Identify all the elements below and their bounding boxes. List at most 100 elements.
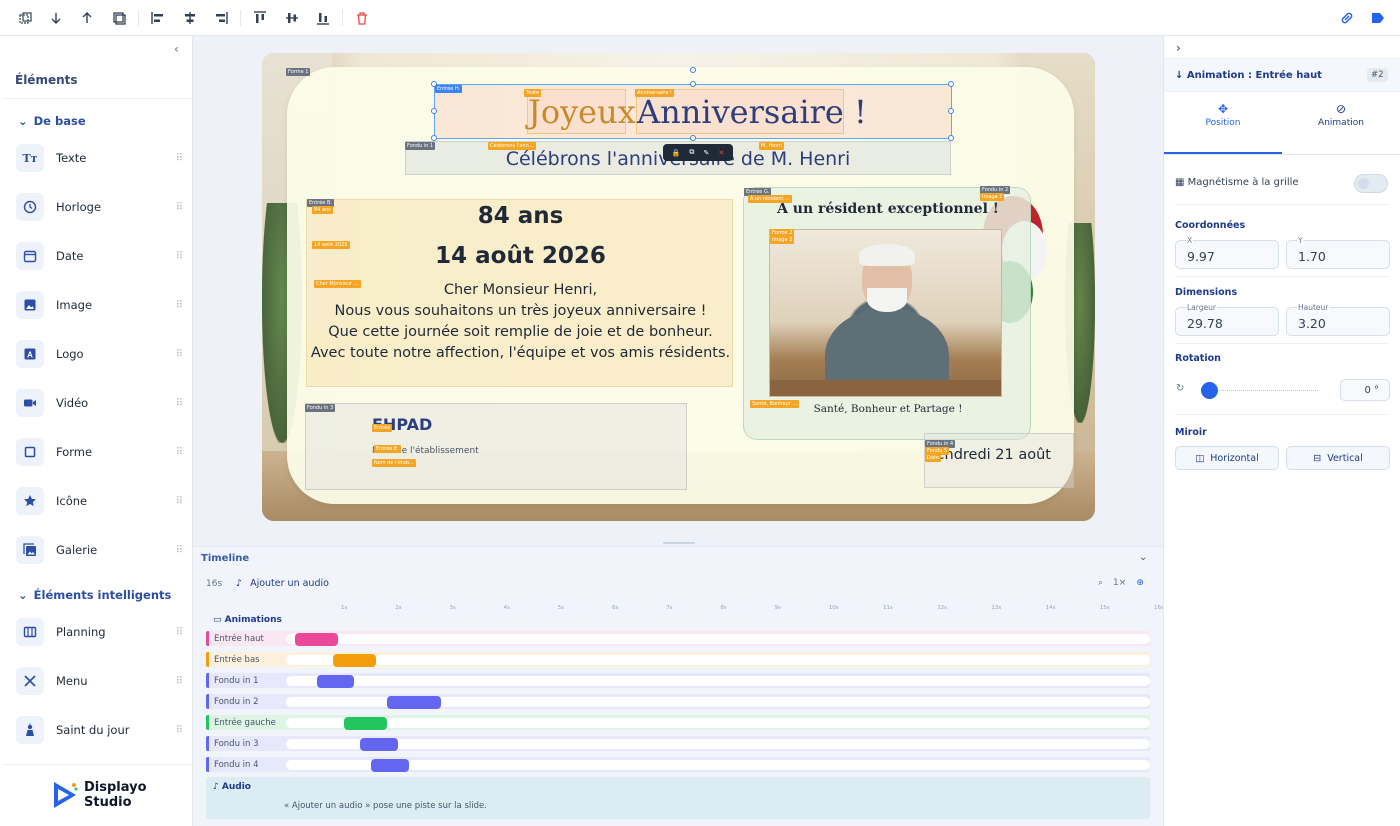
- resize-handle[interactable]: [690, 81, 696, 87]
- sidebar-item-menu[interactable]: Menu ⠿: [16, 663, 183, 699]
- establishment-block[interactable]: EHPAD Nom de l'établissement: [305, 403, 687, 490]
- timeline-resize-handle[interactable]: [663, 542, 695, 544]
- layer-tag: Entrée: [372, 424, 393, 432]
- resize-handle[interactable]: [948, 81, 954, 87]
- rotate-handle[interactable]: [690, 67, 696, 73]
- drag-handle-icon[interactable]: ⠿: [176, 202, 183, 213]
- height-field[interactable]: Hauteur 3.20: [1286, 303, 1390, 336]
- age-text[interactable]: 84 ans: [307, 203, 734, 229]
- sidebar-item-icone[interactable]: Icône ⠿: [16, 483, 183, 519]
- drag-handle-icon[interactable]: ⠿: [176, 153, 183, 164]
- resize-handle[interactable]: [948, 108, 954, 114]
- copy-icon[interactable]: ⧉: [689, 148, 694, 157]
- animation-bar[interactable]: [332, 654, 377, 667]
- sidebar-item-video[interactable]: Vidéo ⠿: [16, 385, 183, 421]
- animation-track[interactable]: Entrée gauche: [206, 715, 1150, 730]
- animation-bar[interactable]: [343, 717, 387, 730]
- copy-icon[interactable]: [109, 8, 129, 28]
- link-icon[interactable]: [1337, 8, 1357, 28]
- duplicate-icon[interactable]: [15, 8, 35, 28]
- drag-handle-icon[interactable]: ⠿: [176, 676, 183, 687]
- expand-panel-icon[interactable]: ›: [1176, 41, 1181, 55]
- title-selection[interactable]: Joyeux Anniversaire !: [431, 67, 954, 141]
- align-top-icon[interactable]: [250, 8, 270, 28]
- drag-handle-icon[interactable]: ⠿: [176, 398, 183, 409]
- tag-icon[interactable]: [1368, 8, 1388, 28]
- drag-handle-icon[interactable]: ⠿: [176, 545, 183, 556]
- arrow-down-icon[interactable]: [46, 8, 66, 28]
- drag-handle-icon[interactable]: ⠿: [176, 251, 183, 262]
- timeline-panel: Timeline ⌄ 16s ♪ Ajouter un audio ⌕ 1× ⊕ …: [193, 546, 1164, 826]
- mirror-horizontal-button[interactable]: ◫ Horizontal: [1175, 446, 1279, 470]
- rotation-slider-knob[interactable]: [1201, 382, 1218, 399]
- slide-canvas[interactable]: Forme 1 Joyeux Anniversaire ! Entrée H. …: [262, 53, 1095, 521]
- birth-date-text[interactable]: 14 août 2026: [307, 243, 734, 269]
- sidebar-item-logo[interactable]: A Logo ⠿: [16, 336, 183, 372]
- width-field[interactable]: Largeur 29.78: [1175, 303, 1279, 336]
- rotation-value[interactable]: 0 °: [1340, 379, 1390, 401]
- animation-bar[interactable]: [316, 675, 355, 688]
- align-right-icon[interactable]: [211, 8, 231, 28]
- animation-bar[interactable]: [359, 738, 398, 751]
- animation-track[interactable]: Fondu in 3: [206, 736, 1150, 751]
- drag-handle-icon[interactable]: ⠿: [176, 447, 183, 458]
- drag-handle-icon[interactable]: ⠿: [176, 725, 183, 736]
- delete-icon[interactable]: [352, 8, 372, 28]
- sidebar-item-date[interactable]: Date ⠿: [16, 238, 183, 274]
- rotate-reset-icon[interactable]: ↻: [1176, 383, 1184, 394]
- resize-handle[interactable]: [431, 108, 437, 114]
- animation-bar[interactable]: [386, 696, 442, 709]
- audio-label-text: Audio: [221, 782, 251, 792]
- collapse-timeline-icon[interactable]: ⌄: [1139, 552, 1147, 563]
- birthday-info-block[interactable]: 84 ans 14 août 2026 Cher Monsieur Henri,…: [306, 199, 733, 387]
- sidebar-item-saint-du-jour[interactable]: Saint du jour ⠿: [16, 712, 183, 748]
- resident-title[interactable]: À un résident exceptionnel !: [744, 201, 1032, 217]
- delete-icon[interactable]: ✕: [719, 149, 725, 157]
- sidebar-item-texte[interactable]: Tт Texte ⠿: [16, 140, 183, 176]
- rotation-slider-track[interactable]: [1208, 390, 1318, 391]
- animation-track[interactable]: Fondu in 4: [206, 757, 1150, 772]
- message-text[interactable]: Cher Monsieur Henri, Nous vous souhaiton…: [307, 280, 734, 364]
- animation-track[interactable]: Entrée haut: [206, 631, 1150, 646]
- animation-bar[interactable]: [370, 759, 409, 772]
- zoom-out-icon[interactable]: ⌕: [1098, 578, 1103, 588]
- align-middle-v-icon[interactable]: [282, 8, 302, 28]
- animation-track[interactable]: Fondu in 2: [206, 694, 1150, 709]
- mirror-vertical-button[interactable]: ⊟ Vertical: [1286, 446, 1390, 470]
- collapse-sidebar-icon[interactable]: ‹: [174, 42, 179, 56]
- sidebar-item-horloge[interactable]: Horloge ⠿: [16, 189, 183, 225]
- align-left-icon[interactable]: [148, 8, 168, 28]
- edit-icon[interactable]: ✎: [704, 149, 710, 157]
- x-field[interactable]: X 9.97: [1175, 236, 1279, 269]
- zoom-in-icon[interactable]: ⊕: [1136, 578, 1144, 588]
- add-audio-button[interactable]: ♪ Ajouter un audio: [236, 578, 329, 589]
- title-word-joyeux[interactable]: Joyeux: [527, 89, 636, 134]
- y-field[interactable]: Y 1.70: [1286, 236, 1390, 269]
- drag-handle-icon[interactable]: ⠿: [176, 300, 183, 311]
- resident-photo[interactable]: [769, 229, 1002, 397]
- star-icon: [16, 487, 44, 515]
- animation-track[interactable]: Fondu in 1: [206, 673, 1150, 688]
- sidebar-item-galerie[interactable]: Galerie ⠿: [16, 532, 183, 568]
- sidebar-item-image[interactable]: Image ⠿: [16, 287, 183, 323]
- grid-snap-toggle[interactable]: [1354, 174, 1388, 193]
- animation-track[interactable]: Entrée bas: [206, 652, 1150, 667]
- animation-bar[interactable]: [294, 633, 339, 646]
- section-smart-toggle[interactable]: ⌄ Éléments intelligents: [18, 588, 171, 602]
- lock-icon[interactable]: 🔒: [672, 149, 681, 157]
- drag-handle-icon[interactable]: ⠿: [176, 627, 183, 638]
- saint-icon: [16, 716, 44, 744]
- zoom-level: 1×: [1113, 578, 1127, 588]
- align-center-h-icon[interactable]: [180, 8, 200, 28]
- sidebar-item-planning[interactable]: Planning ⠿: [16, 614, 183, 650]
- arrow-up-icon[interactable]: [77, 8, 97, 28]
- align-bottom-icon[interactable]: [313, 8, 333, 28]
- tab-animation[interactable]: ⊘ Animation: [1282, 102, 1400, 128]
- drag-handle-icon[interactable]: ⠿: [176, 349, 183, 360]
- drag-handle-icon[interactable]: ⠿: [176, 496, 183, 507]
- tab-position[interactable]: ✥ Position: [1164, 102, 1282, 128]
- sidebar-item-forme[interactable]: Forme ⠿: [16, 434, 183, 470]
- audio-lane[interactable]: ♪ Audio « Ajouter un audio » pose une pi…: [206, 777, 1150, 819]
- section-basic-toggle[interactable]: ⌄ De base: [18, 114, 86, 128]
- sidebar-item-label: Menu: [56, 674, 88, 688]
